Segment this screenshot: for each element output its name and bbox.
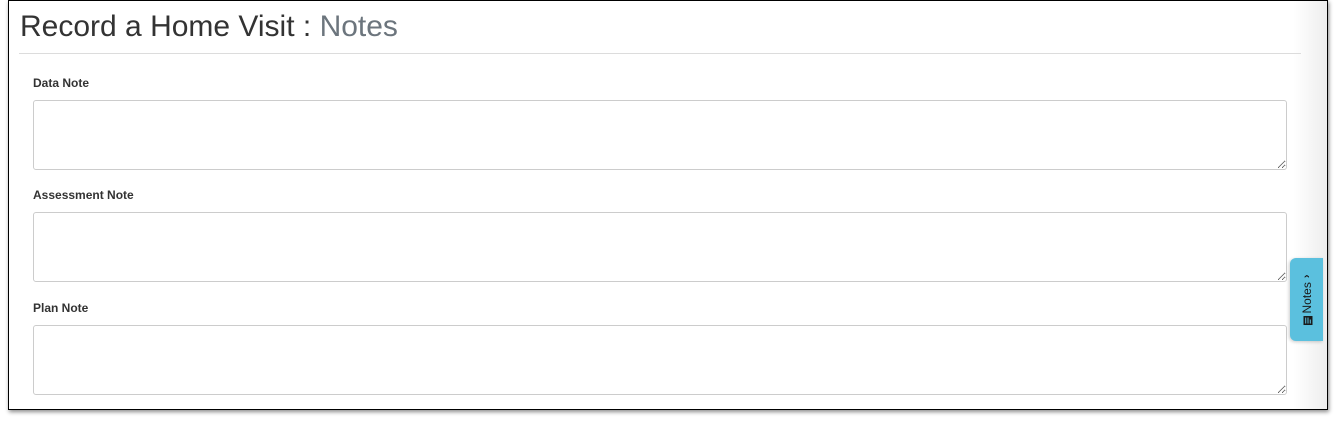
data-note-label: Data Note xyxy=(33,76,90,90)
right-edge-shadow xyxy=(1293,1,1327,409)
page-title: Record a Home Visit : Notes xyxy=(20,9,398,45)
plan-note-textarea[interactable] xyxy=(33,325,1287,395)
page-title-section: Notes xyxy=(319,10,398,43)
data-note-textarea[interactable] xyxy=(33,100,1287,170)
notes-side-tab-content: Notes › xyxy=(1300,274,1314,325)
chevron-right-icon: › xyxy=(1300,273,1313,278)
page-header: Record a Home Visit : Notes xyxy=(19,1,1301,54)
note-icon xyxy=(1302,315,1312,325)
page-title-main: Record a Home Visit : xyxy=(20,10,320,43)
assessment-note-label: Assessment Note xyxy=(33,188,134,202)
notes-tab-label: Notes xyxy=(1299,281,1314,314)
notes-side-tab[interactable]: Notes › xyxy=(1290,258,1323,341)
plan-note-label: Plan Note xyxy=(33,301,89,315)
page-frame: Record a Home Visit : Notes Data Note As… xyxy=(8,0,1328,410)
assessment-note-textarea[interactable] xyxy=(33,212,1287,282)
